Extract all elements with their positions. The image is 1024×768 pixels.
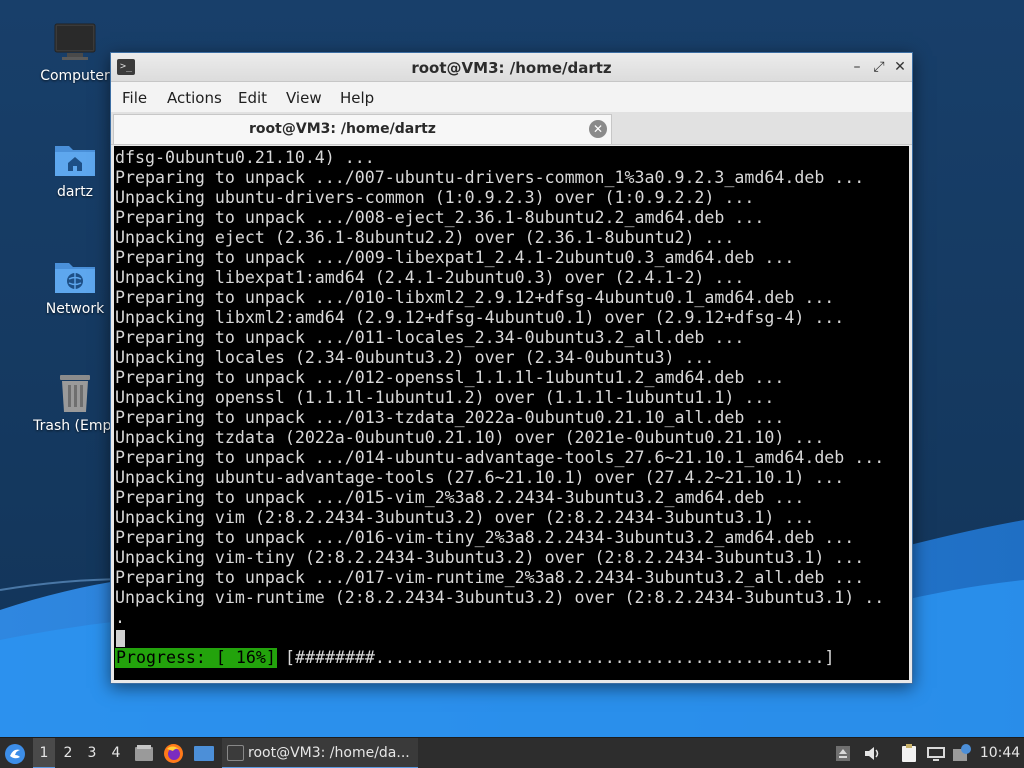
terminal-line: Preparing to unpack .../013-tzdata_2022a… [115, 408, 785, 427]
close-icon[interactable]: ✕ [891, 58, 909, 76]
window-title: root@VM3: /home/dartz [411, 59, 612, 77]
desktop-icon-network[interactable]: Network [27, 255, 123, 317]
desktop-icon-label: Trash (Empt [33, 418, 117, 434]
progress-label: Progress: [ 16%] [115, 648, 277, 668]
desktop-icon-computer[interactable]: Computer [27, 22, 123, 84]
file-manager-icon[interactable] [133, 743, 155, 763]
terminal-line: Preparing to unpack .../008-eject_2.36.1… [115, 208, 765, 227]
workspace-4[interactable]: 4 [105, 738, 127, 768]
taskbar-task-label: root@VM3: /home/da... [248, 745, 410, 761]
desktop-icon-trash[interactable]: Trash (Empt [27, 372, 123, 434]
terminal-line: Preparing to unpack .../007-ubuntu-drive… [115, 168, 865, 187]
menu-help[interactable]: Help [340, 89, 374, 107]
eject-icon[interactable] [835, 745, 851, 762]
terminal-line: Preparing to unpack .../012-openssl_1.1.… [115, 368, 785, 387]
tab-terminal[interactable]: root@VM3: /home/dartz ✕ [113, 114, 612, 144]
desktop-icon-label: dartz [56, 184, 94, 200]
terminal-lines: dfsg-0ubuntu0.21.10.4) ... Preparing to u… [115, 148, 884, 668]
network-status-icon[interactable] [926, 745, 946, 762]
volume-icon[interactable] [863, 745, 881, 762]
terminal-line: Unpacking ubuntu-drivers-common (1:0.9.2… [115, 188, 755, 207]
tab-label: root@VM3: /home/dartz [249, 121, 436, 137]
workspace-1[interactable]: 1 [33, 738, 55, 768]
terminal-line: Unpacking ubuntu-advantage-tools (27.6~2… [115, 468, 845, 487]
computer-icon [54, 23, 96, 60]
desktop-icon-home-folder[interactable]: dartz [27, 138, 123, 200]
tab-close-icon[interactable]: ✕ [589, 120, 607, 138]
terminal-line: dfsg-0ubuntu0.21.10.4) ... [115, 148, 375, 167]
terminal-line: . [115, 608, 125, 627]
terminal-output[interactable]: dfsg-0ubuntu0.21.10.4) ... Preparing to u… [114, 146, 909, 680]
clock[interactable]: 10:44 [975, 738, 1024, 768]
terminal-line: Preparing to unpack .../014-ubuntu-advan… [115, 448, 885, 467]
terminal-line: Preparing to unpack .../010-libxml2_2.9.… [115, 288, 835, 307]
home-folder-icon [55, 146, 95, 176]
terminal-line: Unpacking tzdata (2022a-0ubuntu0.21.10) … [115, 428, 825, 447]
firefox-icon[interactable] [163, 743, 184, 764]
desktop-icon-label: Computer [40, 68, 110, 84]
terminal-line: Unpacking vim-tiny (2:8.2.2434-3ubuntu3.… [115, 548, 865, 567]
terminal-line: Unpacking libexpat1:amd64 (2.4.1-2ubuntu… [115, 268, 745, 287]
terminal-line: Unpacking locales (2.34-0ubuntu3.2) over… [115, 348, 715, 367]
terminal-line: Unpacking openssl (1.1.1l-1ubuntu1.2) ov… [115, 388, 775, 407]
progress-line: Progress: [ 16%] [########...............… [115, 648, 884, 668]
terminal-line: Preparing to unpack .../017-vim-runtime_… [115, 568, 865, 587]
terminal-line: Preparing to unpack .../016-vim-tiny_2%3… [115, 528, 855, 547]
desktop-icon-label: Network [45, 301, 105, 317]
taskbar-task-terminal[interactable]: root@VM3: /home/da... [222, 738, 418, 768]
terminal-window[interactable]: >_ root@VM3: /home/dartz – ⤢ ✕ File Acti… [110, 52, 913, 684]
menu-actions[interactable]: Actions [167, 89, 222, 107]
menu-edit[interactable]: Edit [238, 89, 267, 107]
minimize-icon[interactable]: – [848, 58, 866, 76]
terminal-line: Preparing to unpack .../011-locales_2.34… [115, 328, 745, 347]
progress-bar: [########...............................… [285, 648, 835, 667]
workspace-2[interactable]: 2 [57, 738, 79, 768]
terminal-line: Unpacking vim (2:8.2.2434-3ubuntu3.2) ov… [115, 508, 815, 527]
cursor-line [115, 628, 884, 648]
tab-bar: root@VM3: /home/dartz ✕ [111, 112, 912, 145]
window-titlebar[interactable]: >_ root@VM3: /home/dartz – ⤢ ✕ [111, 53, 912, 82]
terminal-line: Preparing to unpack .../009-libexpat1_2.… [115, 248, 795, 267]
terminal-task-icon [227, 745, 244, 761]
menu-file[interactable]: File [122, 89, 147, 107]
clipboard-icon[interactable] [900, 743, 918, 763]
terminal-cursor [116, 630, 125, 647]
terminal-line: Unpacking vim-runtime (2:8.2.2434-3ubunt… [115, 588, 885, 607]
terminal-line: Preparing to unpack .../015-vim_2%3a8.2.… [115, 488, 805, 507]
terminal-line: Unpacking eject (2.36.1-8ubuntu2.2) over… [115, 228, 735, 247]
start-menu-icon[interactable] [4, 743, 26, 765]
trash-icon [60, 375, 90, 412]
taskbar: 1 2 3 4 root@VM3: /home/da... 10:44 [0, 737, 1024, 768]
workspace-3[interactable]: 3 [81, 738, 103, 768]
terminal-line: Unpacking libxml2:amd64 (2.9.12+dfsg-4ub… [115, 308, 845, 327]
menu-view[interactable]: View [286, 89, 322, 107]
maximize-icon[interactable]: ⤢ [870, 58, 888, 76]
network-folder-icon [55, 263, 95, 293]
show-desktop-icon[interactable] [193, 745, 215, 763]
update-notifier-icon[interactable] [952, 743, 972, 763]
menu-bar: File Actions Edit View Help [111, 82, 912, 112]
